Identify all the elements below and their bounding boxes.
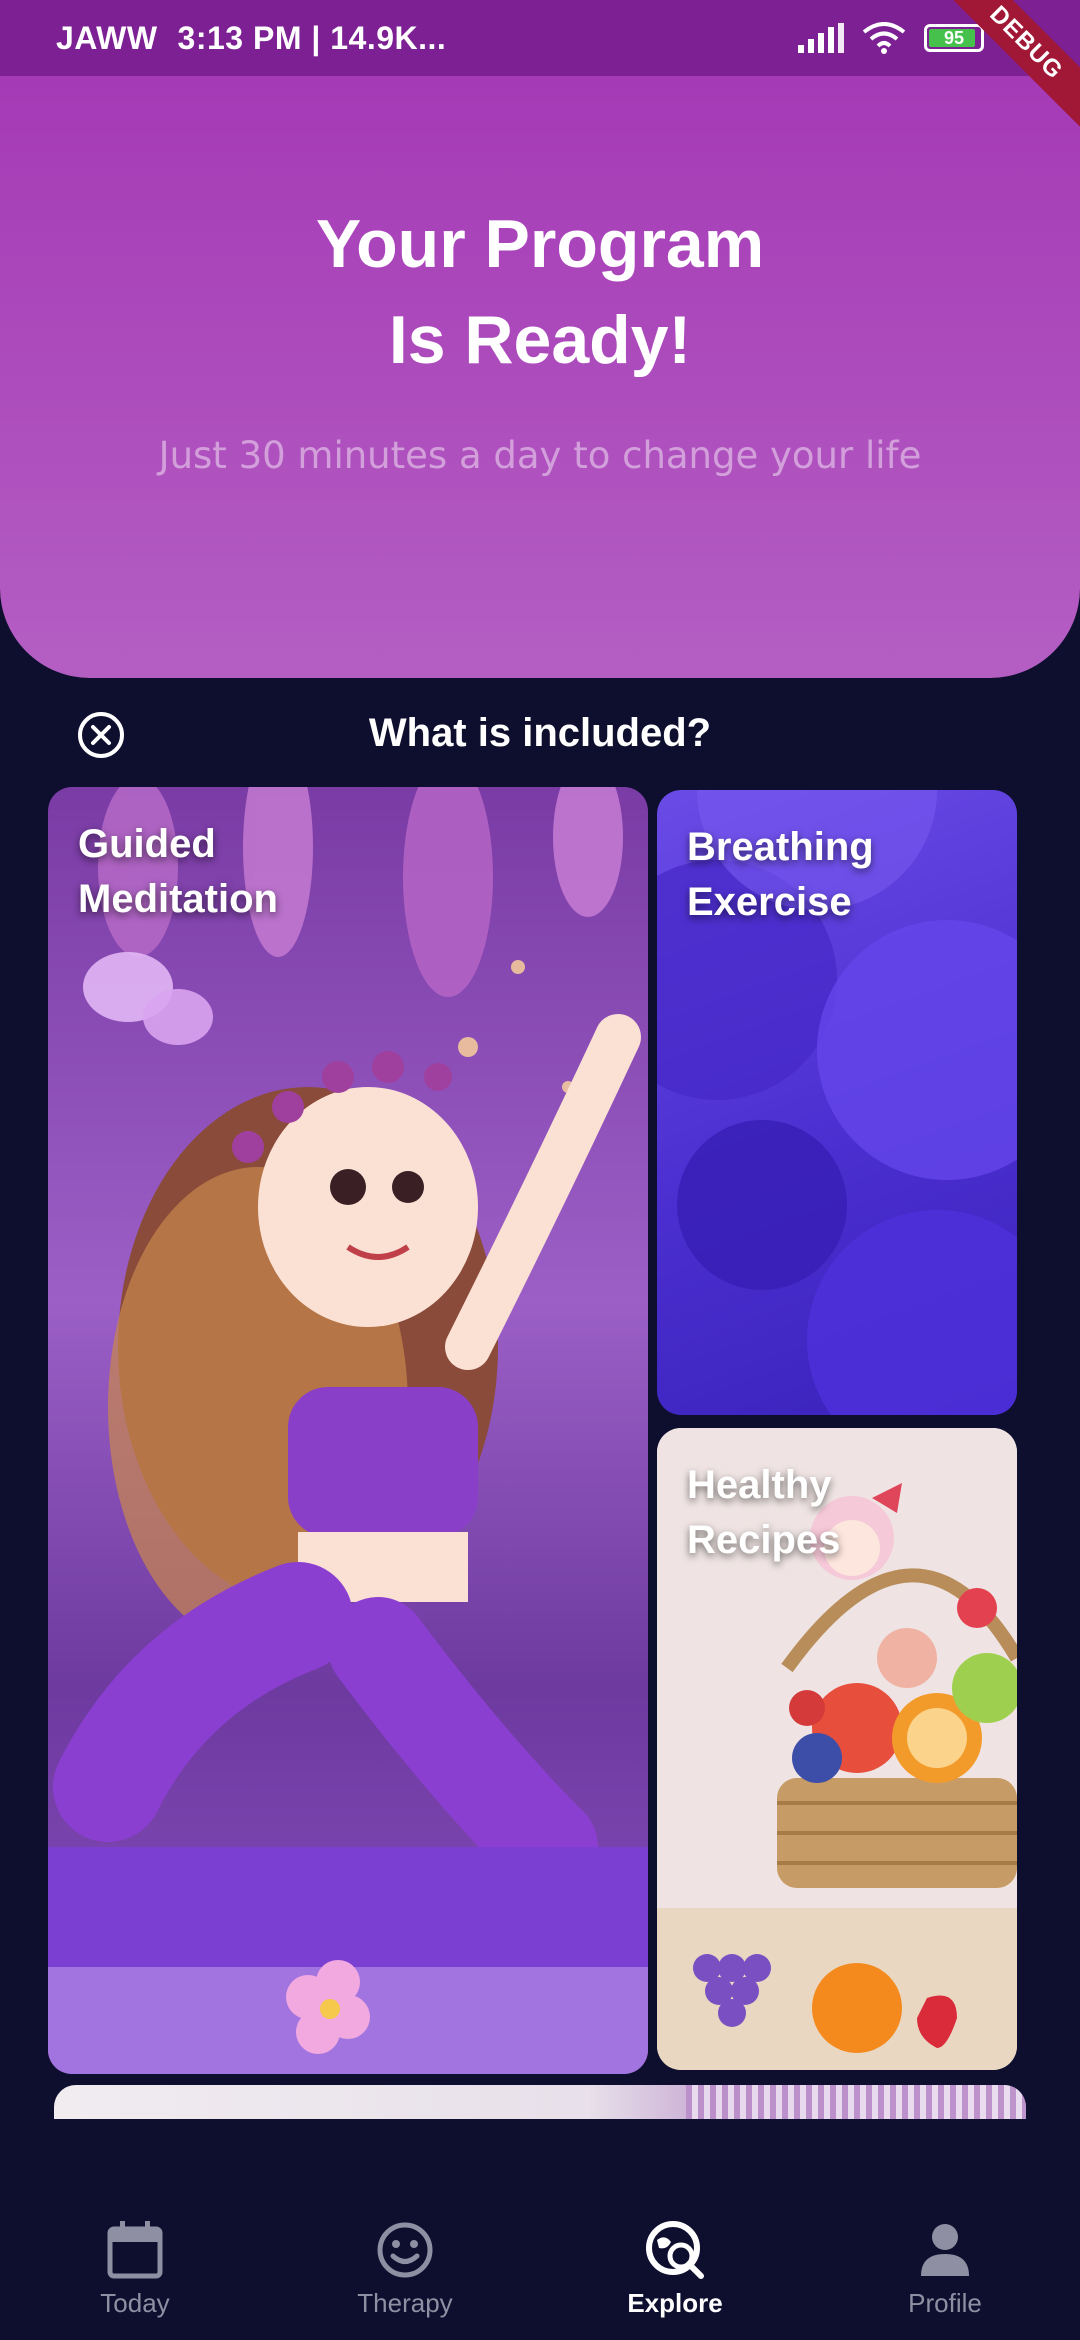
page-title: Your Program Is Ready!: [0, 196, 1080, 388]
nav-item-therapy[interactable]: Therapy: [305, 2218, 505, 2319]
nav-label-therapy: Therapy: [357, 2288, 453, 2318]
calendar-icon: [103, 2218, 167, 2282]
wifi-icon: [862, 22, 906, 54]
nav-item-today[interactable]: Today: [35, 2218, 235, 2319]
page-subtitle: Just 30 minutes a day to change your lif…: [158, 434, 922, 477]
person-icon: [913, 2218, 977, 2282]
title-line-2: Is Ready!: [388, 302, 692, 378]
smiley-icon: [373, 2218, 437, 2282]
card-preview-pattern: [686, 2085, 1026, 2119]
meditation-illustration: [48, 787, 648, 2074]
meditation-card-label: Guided Meditation: [78, 822, 278, 921]
recipes-card-label: Healthy Recipes: [687, 1463, 841, 1562]
included-header: What is included?: [0, 700, 1080, 766]
program-ready-header: Your Program Is Ready! Just 30 minutes a…: [0, 76, 1080, 678]
nav-label-today: Today: [100, 2288, 170, 2318]
included-title: What is included?: [368, 710, 712, 755]
guided-meditation-card[interactable]: Guided Meditation: [48, 787, 648, 2074]
close-button[interactable]: [78, 712, 124, 758]
nav-item-profile[interactable]: Profile: [845, 2218, 1045, 2319]
nav-item-explore[interactable]: Explore: [575, 2218, 775, 2319]
battery-icon: 95: [924, 24, 984, 52]
bottom-nav: Today Therapy Explore Profile: [0, 2190, 1080, 2340]
breathing-card-label: Breathing Exercise: [687, 825, 874, 924]
next-card-preview[interactable]: [54, 2085, 1026, 2119]
close-icon: [91, 725, 111, 745]
battery-level: 95: [943, 27, 965, 48]
time-label: 3:13 PM | 14.9K...: [177, 19, 447, 56]
nav-label-profile: Profile: [908, 2288, 982, 2318]
status-left: JAWW 3:13 PM | 14.9K...: [56, 20, 446, 57]
bubble-decoration: [817, 920, 1017, 1180]
healthy-recipes-card[interactable]: Healthy Recipes: [657, 1428, 1017, 2070]
status-bar: JAWW 3:13 PM | 14.9K... 95: [0, 0, 1080, 76]
breathing-exercise-card[interactable]: Breathing Exercise: [657, 790, 1017, 1415]
carrier-label: JAWW: [56, 19, 158, 56]
screen: JAWW 3:13 PM | 14.9K... 95 DEBUG Your Pr…: [0, 0, 1080, 2340]
nav-label-explore: Explore: [627, 2288, 723, 2318]
title-line-1: Your Program: [315, 206, 765, 282]
signal-icon: [798, 23, 844, 53]
bubble-decoration: [677, 1120, 847, 1290]
explore-icon: [643, 2218, 707, 2282]
